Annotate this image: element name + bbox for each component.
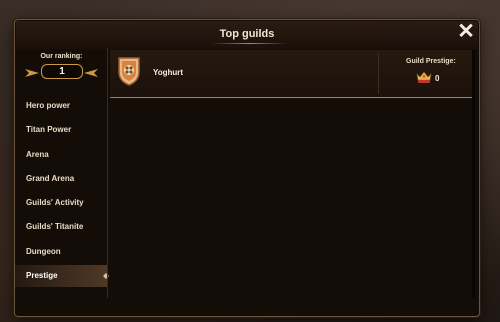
- ranking-sidebar: Our ranking: 1 Hero power Titan Power Ar…: [15, 48, 109, 298]
- right-wing-icon: [84, 69, 98, 77]
- title-bar: Top guilds: [16, 21, 478, 49]
- sidebar-item-titan-power[interactable]: Titan Power: [15, 119, 108, 141]
- sidebar-item-hero-power[interactable]: Hero power: [15, 95, 108, 117]
- prestige-crown-icon: [416, 71, 432, 83]
- dialog-title: Top guilds: [219, 28, 275, 40]
- sidebar-item-label: Arena: [26, 150, 49, 159]
- close-button[interactable]: ✕: [453, 20, 479, 46]
- guild-row[interactable]: Yoghurt Guild Prestige: 0: [110, 50, 472, 98]
- sidebar-item-guilds-activity[interactable]: Guilds' Activity: [15, 192, 108, 214]
- left-wing-icon: [25, 69, 39, 77]
- our-ranking-label: Our ranking:: [40, 53, 83, 60]
- sidebar-item-grand-arena[interactable]: Grand Arena: [15, 168, 108, 190]
- title-underline: [211, 43, 287, 44]
- sidebar-item-label: Prestige: [26, 271, 58, 280]
- sidebar-item-dungeon[interactable]: Dungeon: [15, 241, 108, 263]
- guild-prestige-value: 0: [435, 74, 440, 83]
- sidebar-item-label: Grand Arena: [26, 174, 75, 183]
- active-marker-icon: [103, 273, 109, 279]
- sidebar-item-label: Dungeon: [26, 247, 61, 256]
- sidebar-item-label: Hero power: [26, 101, 71, 110]
- sidebar-item-label: Guilds' Titanite: [26, 222, 84, 231]
- guild-prestige-label: Guild Prestige:: [406, 58, 456, 65]
- sidebar-item-guilds-titanite[interactable]: Guilds' Titanite: [15, 216, 108, 238]
- sidebar-divider: [107, 48, 108, 298]
- sidebar-item-label: Titan Power: [26, 125, 72, 134]
- row-column-divider: [378, 54, 379, 94]
- sidebar-item-prestige[interactable]: Prestige: [15, 265, 109, 287]
- guild-name: Yoghurt: [153, 68, 184, 77]
- close-icon: ✕: [457, 20, 475, 43]
- guild-shield-emblem-icon: [118, 57, 140, 86]
- sidebar-item-label: Guilds' Activity: [26, 198, 84, 207]
- list-scrollbar[interactable]: [472, 50, 475, 298]
- sidebar-item-arena[interactable]: Arena: [15, 144, 108, 166]
- our-ranking-value: 1: [41, 64, 83, 79]
